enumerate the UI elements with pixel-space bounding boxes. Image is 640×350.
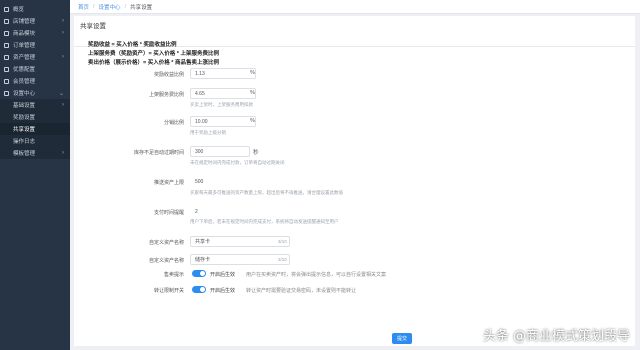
sidebar-item-settings[interactable]: 设置中心 ⌄ — [0, 87, 70, 99]
sidebar-item-goods[interactable]: 商品模块 › — [0, 27, 70, 39]
sidebar-item-label: 订单管理 — [13, 43, 36, 49]
sidebar-item-label: 优惠配置 — [13, 67, 36, 73]
page-title: 共享设置 — [80, 23, 106, 30]
push-limit-hint: 买家每天最多可推送的资产数量上限，超出后将不再推送，请合理设置此数值 — [190, 190, 343, 195]
expire-time-hint: 未在规定时间内完成付款，订单将自动过期关闭 — [190, 160, 285, 165]
reward-ratio-label: 奖励收益比例 — [153, 72, 184, 78]
asset-name-input[interactable]: 共享卡 — [190, 236, 290, 247]
sidebar-item-label: 概览 — [13, 7, 25, 13]
transfer-limit-label: 转让限制开关 — [153, 288, 184, 294]
formula-line: 卖出价格（展示价格）= 买入价格 * 商品售卖上涨比例 — [88, 60, 219, 66]
unit-percent: % — [250, 90, 255, 96]
sidebar-item-label: 操作日志 — [13, 139, 36, 145]
listing-fee-hint: 买卖上架时，上架服务费用扣款 — [190, 102, 253, 107]
formula-line: 奖励收益 = 买入价格 * 奖励收益比例 — [88, 42, 177, 48]
user-icon — [4, 78, 9, 84]
unit-percent: % — [250, 118, 255, 124]
order-icon — [4, 42, 9, 48]
sale-tip-desc: 用户在买卖资产时，将会弹出提示信息，可以自行设置相关文案 — [246, 272, 387, 278]
breadcrumb-separator: / — [124, 3, 127, 10]
chevron-right-icon: › — [62, 150, 64, 156]
sidebar-item-label: 资产管理 — [13, 55, 36, 61]
toggle-status-text: 开启后生效 — [210, 272, 236, 278]
breadcrumb-parent[interactable]: 设置中心 — [99, 3, 121, 11]
chevron-right-icon: › — [62, 30, 64, 36]
sidebar-item-assets[interactable]: 资产管理 › — [0, 51, 70, 63]
char-counter: 3/10 — [278, 257, 287, 262]
shop-icon — [4, 18, 9, 24]
toggle-status-text: 开启后生效 — [210, 288, 236, 294]
breadcrumb-separator: / — [93, 3, 95, 10]
sidebar-item-label: 基础设置 — [13, 103, 36, 109]
payment-reminder-hint: 用户下单后，若未在规定时间内完成支付，系统将自动发送提醒通知至用户 — [190, 219, 339, 224]
wallet-icon — [4, 54, 9, 60]
sidebar-item-label: 商品模块 — [13, 31, 36, 37]
sidebar-item-label: 会员管理 — [13, 79, 36, 85]
gear-icon — [4, 90, 9, 96]
asset-name-label-2: 自定义资产名称 — [148, 258, 184, 264]
sidebar-item-shop[interactable]: 店铺管理 › — [0, 15, 70, 27]
sidebar-subitem-template[interactable]: 模板管理 › — [0, 147, 70, 159]
breadcrumb-home[interactable]: 首页 — [78, 3, 89, 11]
char-counter: 3/10 — [278, 239, 287, 244]
distribution-ratio-hint: 用于奖励上级分销 — [190, 130, 226, 135]
unit-seconds: 秒 — [253, 150, 259, 156]
settings-panel: 共享设置 奖励收益 = 买入价格 * 奖励收益比例 上架服务费（奖励资产）= 买… — [74, 16, 635, 346]
sidebar-item-label: 共享设置 — [13, 127, 36, 133]
asset-name-label: 自定义资产名称 — [148, 240, 184, 246]
sale-tip-toggle[interactable] — [192, 270, 206, 277]
unit-percent: % — [250, 70, 255, 76]
transfer-limit-toggle[interactable] — [192, 286, 206, 293]
reward-ratio-input[interactable]: 1.13 — [190, 68, 256, 79]
chevron-right-icon: › — [62, 18, 64, 24]
chevron-right-icon: › — [62, 54, 64, 60]
sidebar-item-label: 店铺管理 — [13, 19, 36, 25]
submit-button[interactable]: 提交 — [392, 333, 412, 344]
payment-reminder-input[interactable]: 2 — [190, 206, 250, 217]
home-icon — [4, 6, 9, 12]
push-limit-label: 推送资产上限 — [153, 180, 184, 186]
listing-fee-input[interactable]: 4.65 — [190, 88, 256, 99]
push-limit-input[interactable]: 500 — [190, 176, 250, 187]
goods-icon — [4, 30, 9, 36]
payment-reminder-label: 支付时间提醒 — [153, 210, 184, 216]
sidebar-item-coupons[interactable]: 优惠配置 — [0, 63, 70, 75]
sidebar-item-label: 设置中心 — [13, 91, 36, 97]
distribution-ratio-label: 分销比例 — [163, 120, 184, 126]
coupon-icon — [4, 66, 9, 72]
expire-time-input[interactable]: 300 — [190, 146, 250, 157]
transfer-limit-desc: 转让资产时需要验证交易密码，未设置则不能转让 — [246, 288, 357, 294]
listing-fee-label: 上架服务费比例 — [148, 92, 184, 98]
formula-line: 上架服务费（奖励资产）= 买入价格 * 上架服务费比例 — [88, 51, 219, 57]
sidebar-subitem-share[interactable]: 共享设置 — [0, 123, 70, 135]
sidebar-item-members[interactable]: 会员管理 — [0, 75, 70, 87]
sidebar-subitem-basic[interactable]: 基础设置 › — [0, 99, 70, 111]
sidebar: 概览 店铺管理 › 商品模块 › 订单管理 资产管理 › 优惠配置 会员管理 设置中心… — [0, 0, 70, 350]
chevron-down-icon: ⌄ — [58, 90, 64, 97]
sidebar-item-overview[interactable]: 概览 — [0, 3, 70, 15]
asset-name-input-2[interactable]: 储存卡 — [190, 254, 290, 265]
breadcrumb-current: 共享设置 — [130, 4, 153, 11]
sidebar-subitem-reward[interactable]: 奖励设置 — [0, 111, 70, 123]
watermark: 头条 @商业模式策划段导 — [482, 329, 630, 344]
sale-tip-label: 售卖提示 — [163, 272, 184, 278]
sidebar-subitem-log[interactable]: 操作日志 — [0, 135, 70, 147]
distribution-ratio-input[interactable]: 10.00 — [190, 116, 256, 127]
sidebar-item-label: 奖励设置 — [13, 115, 36, 121]
sidebar-item-orders[interactable]: 订单管理 — [0, 39, 70, 51]
sidebar-item-label: 模板管理 — [13, 151, 36, 157]
breadcrumb: 首页 / 设置中心 / 共享设置 — [70, 0, 640, 14]
expire-time-label: 库存不足自动过期时间 — [133, 150, 184, 156]
chevron-right-icon: › — [62, 102, 64, 108]
